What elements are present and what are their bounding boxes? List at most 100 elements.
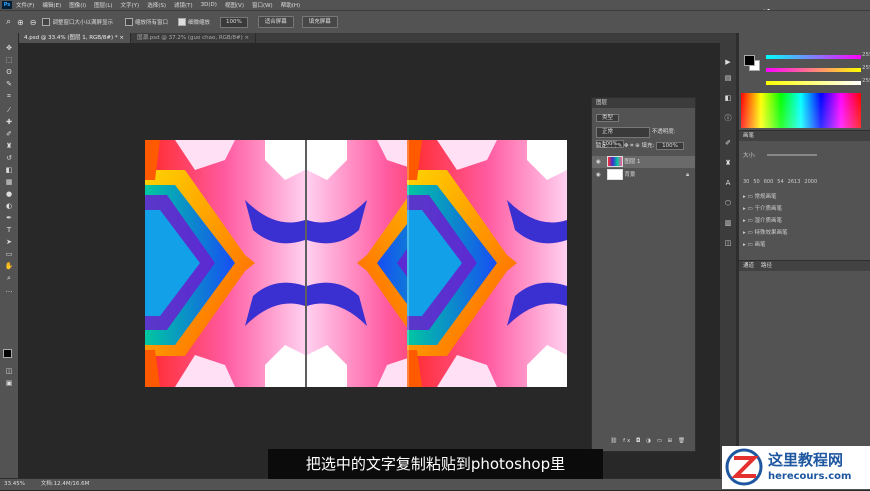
clone-source-icon[interactable]: ♜ <box>722 158 734 168</box>
menu-view[interactable]: 视图(V) <box>225 1 244 9</box>
brush-preset[interactable]: 54 <box>777 179 783 185</box>
eyedropper-tool-icon[interactable]: ⁄ <box>3 105 15 115</box>
timeline-icon[interactable]: ▥ <box>722 218 734 228</box>
brush-panel: 画笔 大小: 30 50 600 54 2613 2000 ▸ ▭ 常规画笔 ▸… <box>739 130 870 261</box>
screen-mode-icon[interactable]: ▣ <box>3 378 15 388</box>
crop-tool-icon[interactable]: ⌗ <box>3 91 15 101</box>
foreground-color-swatch[interactable] <box>744 55 755 66</box>
clone-stamp-tool-icon[interactable]: ♜ <box>3 141 15 151</box>
abstract-pattern <box>145 140 567 387</box>
3d-icon[interactable]: ⬡ <box>722 198 734 208</box>
info-icon[interactable]: ⓘ <box>722 113 734 123</box>
layer-row-1[interactable]: ◉ 图层 1 <box>592 156 695 168</box>
eye-icon[interactable]: ◉ <box>596 172 601 178</box>
character-icon[interactable]: A <box>722 178 734 188</box>
brush-preset[interactable]: 2000 <box>804 179 817 185</box>
history-brush-tool-icon[interactable]: ↺ <box>3 153 15 163</box>
brush-group[interactable]: ▸ ▭ 干介质画笔 <box>743 203 787 215</box>
checkbox-icon <box>42 18 51 26</box>
foreground-color-swatch[interactable] <box>3 349 12 358</box>
close-icon[interactable]: × <box>245 35 250 41</box>
layer-kind-dropdown[interactable]: 类型 <box>596 114 620 122</box>
blend-row: 正常 不透明度: 100% <box>592 126 699 148</box>
eye-icon[interactable]: ◉ <box>596 159 601 165</box>
tab-channels[interactable]: 通道 <box>743 263 754 269</box>
brush-preset[interactable]: 50 <box>753 179 759 185</box>
blur-tool-icon[interactable]: ● <box>3 189 15 199</box>
zoom-all-checkbox[interactable]: 缩放所有窗口 <box>124 16 168 28</box>
hand-tool-icon[interactable]: ✋ <box>3 261 15 271</box>
move-tool-icon[interactable]: ✥ <box>3 43 15 53</box>
resize-windows-checkbox[interactable]: 调整窗口大小以满屏显示 <box>42 16 113 28</box>
healing-tool-icon[interactable]: ✚ <box>3 117 15 127</box>
tab-paths[interactable]: 路径 <box>761 263 772 269</box>
layers-panel-title[interactable]: 图层 <box>592 98 695 108</box>
color-slider-g[interactable] <box>766 68 861 72</box>
close-icon[interactable]: × <box>119 35 124 41</box>
color-spectrum[interactable] <box>741 93 861 128</box>
menu-filter[interactable]: 滤镜(T) <box>174 1 193 9</box>
more-tools-icon[interactable]: … <box>3 285 15 295</box>
brush-group[interactable]: ▸ ▭ 常规画笔 <box>743 191 787 203</box>
checkbox-checked-icon <box>177 18 186 26</box>
menu-type[interactable]: 文字(Y) <box>121 1 140 9</box>
fit-screen-button[interactable]: 适合屏幕 <box>257 16 294 28</box>
zoom-out-icon[interactable]: ⊖ <box>30 16 37 28</box>
fill-field[interactable]: 100% <box>656 142 684 150</box>
lasso-tool-icon[interactable]: ʘ <box>3 67 15 77</box>
layer-footer-buttons[interactable]: ⛓ fx ◘ ◑ ▭ ⊞ 🗑︎ <box>592 435 691 447</box>
tab-document-1[interactable]: 4.psd @ 33.4% (图层 1, RGB/8#) * × <box>18 33 132 43</box>
brush-group[interactable]: ▸ ▭ 画笔 <box>743 239 787 251</box>
brush-preset[interactable]: 30 <box>743 179 749 185</box>
menu-help[interactable]: 帮助(H) <box>281 1 300 9</box>
eraser-tool-icon[interactable]: ◧ <box>3 165 15 175</box>
brush-preset[interactable]: 2613 <box>788 179 801 185</box>
color-slider-r[interactable] <box>766 55 861 59</box>
artwork-canvas[interactable] <box>145 140 567 387</box>
layer-filter-row: 类型 <box>592 112 699 124</box>
menu-file[interactable]: 文件(F) <box>16 1 34 9</box>
brush-size-slider[interactable] <box>767 154 817 156</box>
channels-tabs: 通道 路径 <box>739 261 870 271</box>
checkbox-icon <box>124 18 133 26</box>
brush-group[interactable]: ▸ ▭ 特殊效果画笔 <box>743 227 787 239</box>
fill-screen-button[interactable]: 填充屏幕 <box>301 16 338 28</box>
site-logo: 这里教程网 herecours.com <box>722 446 870 489</box>
menu-edit[interactable]: 编辑(E) <box>42 1 61 9</box>
dodge-tool-icon[interactable]: ◐ <box>3 201 15 211</box>
properties-icon[interactable]: ▤ <box>722 73 734 83</box>
blend-mode-dropdown[interactable]: 正常 <box>596 127 650 138</box>
zoom-value-field[interactable]: 100% <box>220 16 248 28</box>
menu-3d[interactable]: 3D(D) <box>201 2 217 8</box>
pen-tool-icon[interactable]: ✒ <box>3 213 15 223</box>
lock-icons[interactable]: ⬚ ✎ ✥ ⌗ ⊕ <box>611 143 640 149</box>
color-slider-b[interactable] <box>766 81 861 85</box>
zoom-tool-icon[interactable]: ⌕ <box>3 273 15 283</box>
status-zoom[interactable]: 33.45% <box>4 481 25 487</box>
zoom-tool-icon[interactable]: ⌕ <box>6 16 11 28</box>
marquee-tool-icon[interactable]: ⬚ <box>3 55 15 65</box>
brush-group[interactable]: ▸ ▭ 湿介质画笔 <box>743 215 787 227</box>
path-select-tool-icon[interactable]: ➤ <box>3 237 15 247</box>
quick-mask-icon[interactable]: ◫ <box>3 366 15 376</box>
brush-preset[interactable]: 600 <box>764 179 774 185</box>
tab-document-2[interactable]: 国潮.psd @ 37.2% (guo chao, RGB/8#) × <box>131 33 257 43</box>
menu-window[interactable]: 窗口(W) <box>252 1 273 9</box>
menu-image[interactable]: 图像(I) <box>69 1 86 9</box>
menu-layer[interactable]: 图层(L) <box>94 1 112 9</box>
type-tool-icon[interactable]: T <box>3 225 15 235</box>
gradient-tool-icon[interactable]: ▦ <box>3 177 15 187</box>
menu-select[interactable]: 选择(S) <box>147 1 166 9</box>
quick-select-tool-icon[interactable]: ✎ <box>3 79 15 89</box>
layer-row-2[interactable]: ◉ 背景 🔒︎ <box>592 169 695 181</box>
tools-panel: ✥ ⬚ ʘ ✎ ⌗ ⁄ ✚ ✐ ♜ ↺ ◧ ▦ ● ◐ ✒ T ➤ ▭ ✋ ⌕ … <box>0 33 19 478</box>
brush-settings-icon[interactable]: ✐ <box>722 138 734 148</box>
shape-tool-icon[interactable]: ▭ <box>3 249 15 259</box>
brush-tool-icon[interactable]: ✐ <box>3 129 15 139</box>
zoom-in-icon[interactable]: ⊕ <box>17 16 24 28</box>
adjust-icon[interactable]: ◧ <box>722 93 734 103</box>
history-icon[interactable]: ▶ <box>722 57 734 67</box>
brush-panel-title[interactable]: 画笔 <box>739 131 870 141</box>
scrubby-zoom-checkbox[interactable]: 细微缩放 <box>177 16 210 28</box>
layers-icon[interactable]: ◫ <box>722 238 734 248</box>
